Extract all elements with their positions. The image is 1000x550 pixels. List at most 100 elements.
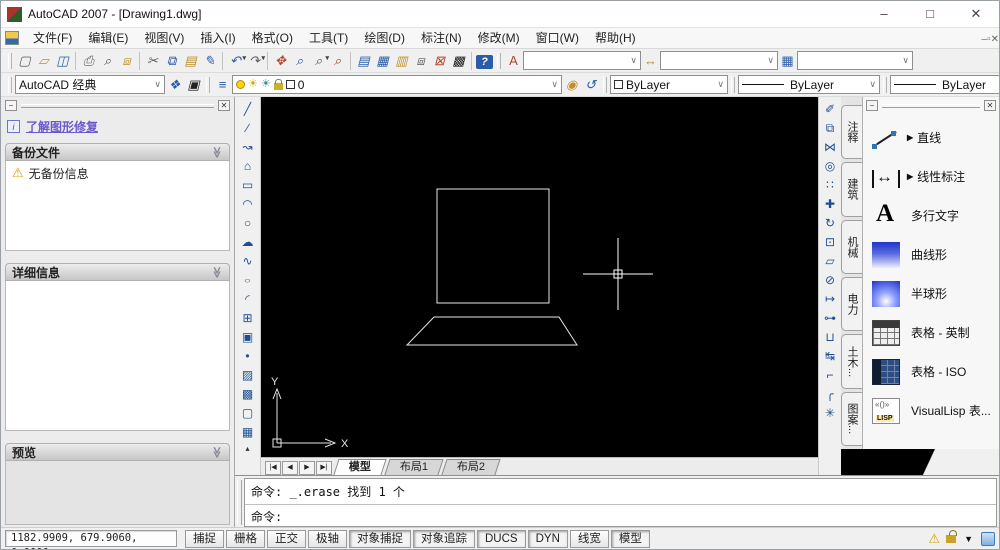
toggle-dyn[interactable]: DYN	[528, 530, 568, 548]
toggle-polar[interactable]: 极轴	[308, 530, 347, 548]
menu-item[interactable]: 修改(M)	[470, 31, 528, 45]
dim-style-icon[interactable]: ↔	[641, 51, 660, 71]
toolbar-grip[interactable]	[603, 77, 607, 93]
fillet-icon[interactable]: ╭	[820, 385, 840, 404]
polygon-icon[interactable]: ⌂	[238, 157, 258, 176]
help-icon[interactable]: ?	[475, 51, 494, 71]
markup-manager-icon[interactable]: ⊠	[430, 51, 449, 71]
palette-grip[interactable]	[21, 104, 214, 108]
stretch-icon[interactable]: ▱	[820, 252, 840, 271]
toolbar-grip[interactable]	[8, 53, 12, 69]
publish-icon[interactable]: ⧈	[117, 51, 136, 71]
color-combo[interactable]: ByLayer ∨	[610, 75, 728, 94]
insert-block-icon[interactable]: ⊞	[238, 309, 258, 328]
erase-icon[interactable]: ✐	[820, 100, 840, 119]
menu-item[interactable]: 插入(I)	[192, 31, 243, 45]
unlock-icon[interactable]	[946, 535, 956, 543]
plot-icon[interactable]: ⎙	[79, 51, 98, 71]
close-button[interactable]: ✕	[953, 1, 999, 27]
palette-item-mtext[interactable]: 多行文字	[866, 196, 996, 235]
menu-item[interactable]: 帮助(H)	[587, 31, 644, 45]
menu-item[interactable]: 窗口(W)	[528, 31, 587, 45]
break-icon[interactable]: ⊔	[820, 328, 840, 347]
construction-line-icon[interactable]: ∕	[238, 119, 258, 138]
sheetset-manager-icon[interactable]: ⧈	[411, 51, 430, 71]
open-icon[interactable]: ▱	[34, 51, 53, 71]
command-prompt[interactable]: 命令:	[245, 505, 996, 527]
menu-item[interactable]: 格式(O)	[244, 31, 301, 45]
ellipse-arc-icon[interactable]: ◜	[238, 290, 258, 309]
ellipse-icon[interactable]: ○	[238, 274, 258, 286]
palette-tab-architectural[interactable]: 建筑	[841, 162, 862, 216]
coordinate-readout[interactable]: 1182.9909, 679.9060, 0.0000	[5, 530, 177, 547]
offset-icon[interactable]: ◎	[820, 157, 840, 176]
layer-previous-icon[interactable]: ↺	[581, 75, 600, 95]
section-header-details[interactable]: 详细信息 ≪	[5, 263, 230, 281]
command-window-grip[interactable]	[237, 480, 242, 525]
dim-style-combo[interactable]: ∨	[660, 51, 778, 70]
tab-model[interactable]: 模型	[333, 459, 386, 475]
palette-close-icon[interactable]: ✕	[984, 100, 996, 111]
toolbar-icon[interactable]	[468, 52, 475, 70]
match-properties-icon[interactable]: ✎	[200, 51, 219, 71]
toggle-grid[interactable]: 栅格	[226, 530, 265, 548]
text-style-combo[interactable]: ∨	[523, 51, 641, 70]
toggle-snap[interactable]: 捕捉	[185, 530, 224, 548]
workspace-combo[interactable]: AutoCAD 经典∨	[15, 75, 165, 94]
palette-item-table-imperial[interactable]: 表格 - 英制	[866, 313, 996, 352]
section-header-preview[interactable]: 预览 ≪	[5, 443, 230, 461]
collapse-chevron-icon[interactable]: ≪	[211, 446, 224, 458]
array-icon[interactable]: ∷	[820, 176, 840, 195]
zoom-realtime-icon[interactable]: ⌕	[290, 51, 309, 71]
toolbar-icon[interactable]	[219, 52, 226, 70]
arc-icon[interactable]: ◠	[238, 195, 258, 214]
undo-icon[interactable]: ↶▾	[226, 51, 245, 71]
menu-item[interactable]: 文件(F)	[25, 31, 80, 45]
circle-icon[interactable]: ○	[238, 214, 258, 233]
new-icon[interactable]: ▢	[15, 51, 34, 71]
recovery-help-link[interactable]: 了解图形修复	[26, 118, 98, 135]
toolbar-overflow-icon[interactable]: ▴	[245, 444, 249, 453]
drawing-file-icon[interactable]	[5, 31, 19, 45]
drawing-canvas[interactable]: YX	[261, 97, 818, 457]
tab-nav-button[interactable]: ◀	[282, 461, 298, 475]
zoom-window-icon[interactable]: ⌕▾	[309, 51, 328, 71]
toggle-model[interactable]: 模型	[611, 530, 650, 548]
pan-icon[interactable]: ✥	[271, 51, 290, 71]
join-icon[interactable]: ↹	[820, 347, 840, 366]
palette-item-hemisphere-gradient[interactable]: 半球形	[866, 274, 996, 313]
maximize-button[interactable]: □	[907, 1, 953, 27]
menu-item[interactable]: 标注(N)	[413, 31, 470, 45]
point-icon[interactable]: •	[238, 347, 258, 366]
palette-minimize-icon[interactable]: −	[866, 100, 878, 111]
table-icon[interactable]: ▦	[238, 423, 258, 442]
toolbar-grip[interactable]	[883, 77, 887, 93]
toolbar-grip[interactable]	[206, 77, 210, 93]
extend-icon[interactable]: ↦	[820, 290, 840, 309]
lineweight-combo[interactable]: ByLayer ∨	[890, 75, 1000, 94]
text-style-icon[interactable]: A	[504, 51, 523, 71]
save-workspace-icon[interactable]: ▣	[184, 75, 203, 95]
workspace-settings-icon[interactable]: ❖	[165, 75, 184, 95]
minimize-button[interactable]: –	[861, 1, 907, 27]
line-icon[interactable]: ╱	[238, 100, 258, 119]
toolbar-grip[interactable]	[497, 53, 501, 69]
properties-icon[interactable]: ▤	[354, 51, 373, 71]
toggle-ducs[interactable]: DUCS	[477, 530, 526, 548]
communication-warning-icon[interactable]: ⚠	[928, 531, 940, 547]
copy-icon[interactable]: ⧉	[162, 51, 181, 71]
paste-icon[interactable]: ▤	[181, 51, 200, 71]
clean-screen-icon[interactable]	[981, 532, 995, 546]
mirror-icon[interactable]: ⋈	[820, 138, 840, 157]
palette-item-visuallisp[interactable]: VisualLisp 表...	[866, 391, 996, 430]
palette-close-icon[interactable]: ✕	[218, 100, 230, 111]
palette-tab-annotation[interactable]: 注释	[841, 105, 862, 159]
cut-icon[interactable]: ✂	[143, 51, 162, 71]
zoom-previous-icon[interactable]: ⌕	[328, 51, 347, 71]
palette-item-curved-gradient[interactable]: 曲线形	[866, 235, 996, 274]
region-icon[interactable]: ▢	[238, 404, 258, 423]
make-block-icon[interactable]: ▣	[238, 328, 258, 347]
tab-nav-button[interactable]: ▶	[299, 461, 315, 475]
designcenter-icon[interactable]: ▦	[373, 51, 392, 71]
scale-icon[interactable]: ⊡	[820, 233, 840, 252]
